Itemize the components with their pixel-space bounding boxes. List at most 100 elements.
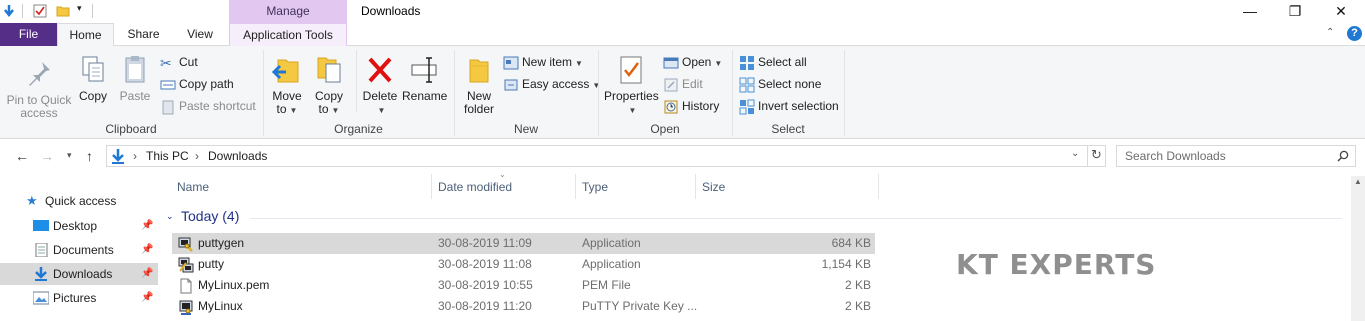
column-divider[interactable] <box>575 174 576 199</box>
close-button[interactable]: ✕ <box>1318 0 1364 23</box>
clipboard-icon <box>125 56 145 83</box>
file-row-mylinux-pem[interactable]: MyLinux.pem 30-08-2019 10:55 PEM File 2 … <box>172 275 875 296</box>
scroll-up-icon[interactable]: ▲ <box>1354 177 1362 186</box>
column-header-size[interactable]: Size <box>702 174 725 200</box>
file-row-putty[interactable]: putty 30-08-2019 11:08 Application 1,154… <box>172 254 875 275</box>
column-divider[interactable] <box>695 174 696 199</box>
tab-application-tools[interactable]: Application Tools <box>229 23 347 46</box>
refresh-icon[interactable]: ↻ <box>1091 147 1102 163</box>
invert-selection-button[interactable]: Invert selection <box>739 97 839 115</box>
ribbon-tab-row: File Home Share View Application Tools ⌃… <box>0 23 1365 47</box>
delete-button[interactable]: Delete ▼ <box>362 54 398 117</box>
delete-label: Delete <box>362 89 398 103</box>
easy-access-button[interactable]: Easy access ▼ <box>503 75 600 93</box>
folder-icon <box>469 59 489 83</box>
qat-dropdown-icon[interactable]: ▾ <box>77 3 82 14</box>
restore-button[interactable]: ❐ <box>1272 0 1318 23</box>
address-bar[interactable]: › This PC › Downloads ⌄ ↻ <box>106 145 1106 167</box>
history-button[interactable]: History <box>663 97 719 115</box>
qat-divider <box>92 4 93 18</box>
properties-label: Properties <box>604 89 659 103</box>
copy-path-button[interactable]: Copy path <box>160 75 234 93</box>
properties-qat-icon[interactable] <box>33 4 47 18</box>
breadcrumb-chevron-icon[interactable]: › <box>195 149 199 163</box>
help-icon[interactable]: ? <box>1347 26 1362 41</box>
tab-view[interactable]: View <box>173 23 227 46</box>
breadcrumb-chevron-icon[interactable]: › <box>133 149 137 163</box>
address-dropdown-icon[interactable]: ⌄ <box>1071 148 1079 159</box>
minimize-button[interactable]: — <box>1227 0 1273 23</box>
pin-icon[interactable]: 📌 <box>141 287 153 309</box>
recent-locations-icon[interactable]: ▾ <box>67 150 72 161</box>
copy-to-button[interactable]: Copy to ▼ <box>312 54 346 117</box>
file-icon <box>180 278 192 294</box>
pin-icon[interactable]: 📌 <box>141 263 153 285</box>
file-size: 684 KB <box>831 236 871 250</box>
column-header-name[interactable]: Name <box>177 174 209 200</box>
select-none-button[interactable]: Select none <box>739 75 821 93</box>
new-item-button[interactable]: New item ▼ <box>503 53 583 71</box>
nav-item-desktop[interactable]: Desktop 📌 <box>0 215 158 237</box>
nav-item-pictures[interactable]: Pictures 📌 <box>0 287 158 309</box>
file-name: puttygen <box>198 236 245 250</box>
column-header-type[interactable]: Type <box>582 174 608 200</box>
new-folder-qat-icon[interactable] <box>56 4 70 18</box>
breadcrumb-downloads[interactable]: Downloads <box>208 149 267 163</box>
file-row-mylinux[interactable]: MyLinux 30-08-2019 11:20 PuTTY Private K… <box>172 296 875 317</box>
select-all-button[interactable]: Select all <box>739 53 807 71</box>
open-icon <box>663 57 679 69</box>
tab-share[interactable]: Share <box>116 23 171 46</box>
group-header-today[interactable]: Today (4) <box>181 208 239 224</box>
nav-item-label: Downloads <box>53 267 113 281</box>
download-icon <box>35 267 47 281</box>
navigation-pane: ★ Quick access Desktop 📌 Documents 📌 Dow… <box>0 174 158 321</box>
new-folder-button[interactable]: New folder <box>460 54 498 116</box>
forward-arrow-icon[interactable]: → <box>40 148 54 164</box>
nav-item-quick-access[interactable]: ★ Quick access <box>0 190 158 212</box>
file-row-puttygen[interactable]: puttygen 30-08-2019 11:09 Application 68… <box>172 233 875 254</box>
column-divider[interactable] <box>878 174 879 199</box>
pin-icon[interactable]: 📌 <box>141 215 153 237</box>
qat-divider <box>22 4 23 18</box>
copy-label: Copy <box>78 89 107 103</box>
collapse-group-icon[interactable]: ⌄ <box>166 211 174 222</box>
copy-to-label-1: Copy <box>314 89 343 103</box>
pin-to-quick-access-button[interactable]: Pin to Quick access <box>4 58 74 120</box>
file-date: 30-08-2019 11:20 <box>438 299 532 313</box>
paste-shortcut-button[interactable]: Paste shortcut <box>160 97 256 115</box>
down-arrow-icon[interactable] <box>2 4 16 18</box>
tab-home[interactable]: Home <box>57 23 114 47</box>
file-date: 30-08-2019 11:09 <box>438 236 532 250</box>
chevron-down-icon: ▼ <box>714 59 723 68</box>
breadcrumb-this-pc[interactable]: This PC <box>146 149 189 163</box>
file-type: Application <box>582 257 641 271</box>
open-label: Open <box>682 55 712 69</box>
up-arrow-icon[interactable]: ↑ <box>86 148 93 164</box>
rename-button[interactable]: Rename <box>402 54 447 103</box>
open-button[interactable]: Open ▼ <box>663 53 722 71</box>
search-box[interactable]: Search Downloads <box>1116 145 1356 167</box>
cut-button[interactable]: ✂ Cut <box>160 53 198 71</box>
back-arrow-icon[interactable]: ← <box>15 148 29 164</box>
manage-contextual-header: Manage <box>229 0 347 23</box>
paste-button[interactable]: Paste <box>118 54 152 103</box>
select-all-icon <box>740 55 754 70</box>
file-type: PEM File <box>582 278 631 292</box>
search-placeholder: Search Downloads <box>1125 149 1226 163</box>
tab-file[interactable]: File <box>0 23 57 46</box>
nav-item-documents[interactable]: Documents 📌 <box>0 239 158 261</box>
file-explorer-window: ▾ Manage Downloads — ❐ ✕ File Home Share… <box>0 0 1365 321</box>
collapse-ribbon-icon[interactable]: ⌃ <box>1326 27 1334 38</box>
pin-icon[interactable]: 📌 <box>141 239 153 261</box>
nav-item-downloads[interactable]: Downloads 📌 <box>0 263 158 285</box>
move-to-button[interactable]: Move to ▼ <box>270 54 304 117</box>
properties-button[interactable]: Properties ▼ <box>604 54 659 117</box>
scissors-icon: ✂ <box>160 54 172 71</box>
download-icon <box>112 149 124 164</box>
vertical-scrollbar[interactable]: ▲ <box>1351 176 1365 321</box>
search-icon[interactable] <box>1337 150 1349 162</box>
copy-button[interactable]: Copy <box>76 54 110 103</box>
column-divider[interactable] <box>431 174 432 199</box>
copy-path-icon <box>160 80 176 90</box>
edit-button[interactable]: Edit <box>663 75 703 93</box>
